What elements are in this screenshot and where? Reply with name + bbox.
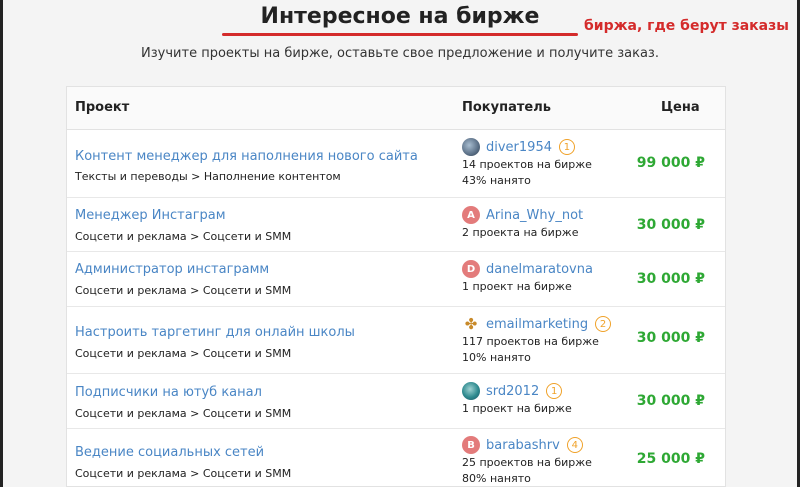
avatar-letter-icon[interactable]: A — [462, 206, 480, 224]
buyer-name-link[interactable]: emailmarketing — [486, 317, 588, 332]
buyer-projects-count: 14 проектов на бирже — [462, 158, 592, 171]
project-title-link[interactable]: Подписчики на ютуб канал — [75, 385, 262, 400]
level-badge: 1 — [558, 139, 575, 155]
project-category: Тексты и переводы > Наполнение контентом — [75, 170, 341, 183]
column-header-price: Цена — [661, 100, 700, 115]
buyer-hired-percent: 43% нанято — [462, 174, 531, 187]
buyer-name-link[interactable]: danelmaratovna — [486, 262, 593, 277]
level-badge: 1 — [546, 383, 563, 399]
buyer-name-link[interactable]: srd2012 — [486, 384, 539, 399]
avatar-letter-icon[interactable]: D — [462, 260, 480, 278]
project-category: Соцсети и реклама > Соцсети и SMM — [75, 230, 292, 243]
project-price: 30 000 ₽ — [636, 393, 705, 409]
buyer-projects-count: 1 проект на бирже — [462, 280, 572, 293]
page: Интересное на бирже биржа, где берут зак… — [0, 0, 800, 487]
level-badge: 4 — [566, 437, 583, 453]
red-annotation: биржа, где берут заказы — [584, 18, 789, 34]
buyer-info: ✤ emailmarketing 2 117 проектов на бирже… — [462, 314, 642, 366]
title-underline — [222, 33, 578, 36]
table-row[interactable]: Менеджер Инстаграм Соцсети и реклама > С… — [67, 198, 725, 252]
table-header: Проект Покупатель Цена — [67, 87, 725, 130]
column-header-buyer: Покупатель — [462, 100, 551, 115]
project-title-link[interactable]: Администратор инстаграмм — [75, 262, 269, 277]
user-photo-icon[interactable] — [462, 382, 480, 400]
buyer-info: A Arina_Why_not 2 проекта на бирже — [462, 205, 642, 241]
buyer-name-link[interactable]: barabashrv — [486, 438, 560, 453]
level-badge: 2 — [595, 316, 612, 332]
page-subtitle: Изучите проекты на бирже, оставьте свое … — [141, 46, 659, 61]
column-header-project: Проект — [75, 100, 130, 115]
buyer-projects-count: 117 проектов на бирже — [462, 335, 599, 348]
project-title-link[interactable]: Менеджер Инстаграм — [75, 208, 226, 223]
table-row[interactable]: Контент менеджер для наполнения нового с… — [67, 130, 725, 198]
table-row[interactable]: Ведение социальных сетей Соцсети и рекла… — [67, 429, 725, 486]
project-title-link[interactable]: Ведение социальных сетей — [75, 445, 264, 460]
buyer-name-link[interactable]: diver1954 — [486, 140, 552, 155]
buyer-info: srd2012 1 1 проект на бирже — [462, 381, 642, 417]
buyer-projects-count: 2 проекта на бирже — [462, 226, 579, 239]
buyer-info: D danelmaratovna 1 проект на бирже — [462, 259, 642, 295]
project-price: 30 000 ₽ — [636, 217, 705, 233]
project-title-link[interactable]: Настроить таргетинг для онлайн школы — [75, 325, 355, 340]
project-category: Соцсети и реклама > Соцсети и SMM — [75, 347, 292, 360]
fidget-spinner-icon[interactable]: ✤ — [462, 315, 480, 333]
buyer-hired-percent: 80% нанято — [462, 472, 531, 485]
buyer-info: B barabashrv 4 25 проектов на бирже 80% … — [462, 435, 642, 486]
table-row[interactable]: Администратор инстаграмм Соцсети и рекла… — [67, 252, 725, 307]
project-price: 30 000 ₽ — [636, 271, 705, 287]
table-row[interactable]: Настроить таргетинг для онлайн школы Соц… — [67, 307, 725, 374]
project-price: 30 000 ₽ — [636, 330, 705, 346]
project-category: Соцсети и реклама > Соцсети и SMM — [75, 407, 292, 420]
projects-table: Проект Покупатель Цена Контент менеджер … — [66, 86, 726, 487]
buyer-projects-count: 1 проект на бирже — [462, 402, 572, 415]
project-price: 25 000 ₽ — [636, 451, 705, 467]
project-category: Соцсети и реклама > Соцсети и SMM — [75, 284, 292, 297]
buyer-projects-count: 25 проектов на бирже — [462, 456, 592, 469]
buyer-info: diver1954 1 14 проектов на бирже 43% нан… — [462, 137, 642, 189]
project-category: Соцсети и реклама > Соцсети и SMM — [75, 467, 292, 480]
table-row[interactable]: Подписчики на ютуб канал Соцсети и рекла… — [67, 374, 725, 429]
buyer-name-link[interactable]: Arina_Why_not — [486, 208, 583, 223]
project-price: 99 000 ₽ — [636, 155, 705, 171]
user-photo-icon[interactable] — [462, 138, 480, 156]
project-title-link[interactable]: Контент менеджер для наполнения нового с… — [75, 149, 418, 164]
avatar-letter-icon[interactable]: B — [462, 436, 480, 454]
buyer-hired-percent: 10% нанято — [462, 351, 531, 364]
